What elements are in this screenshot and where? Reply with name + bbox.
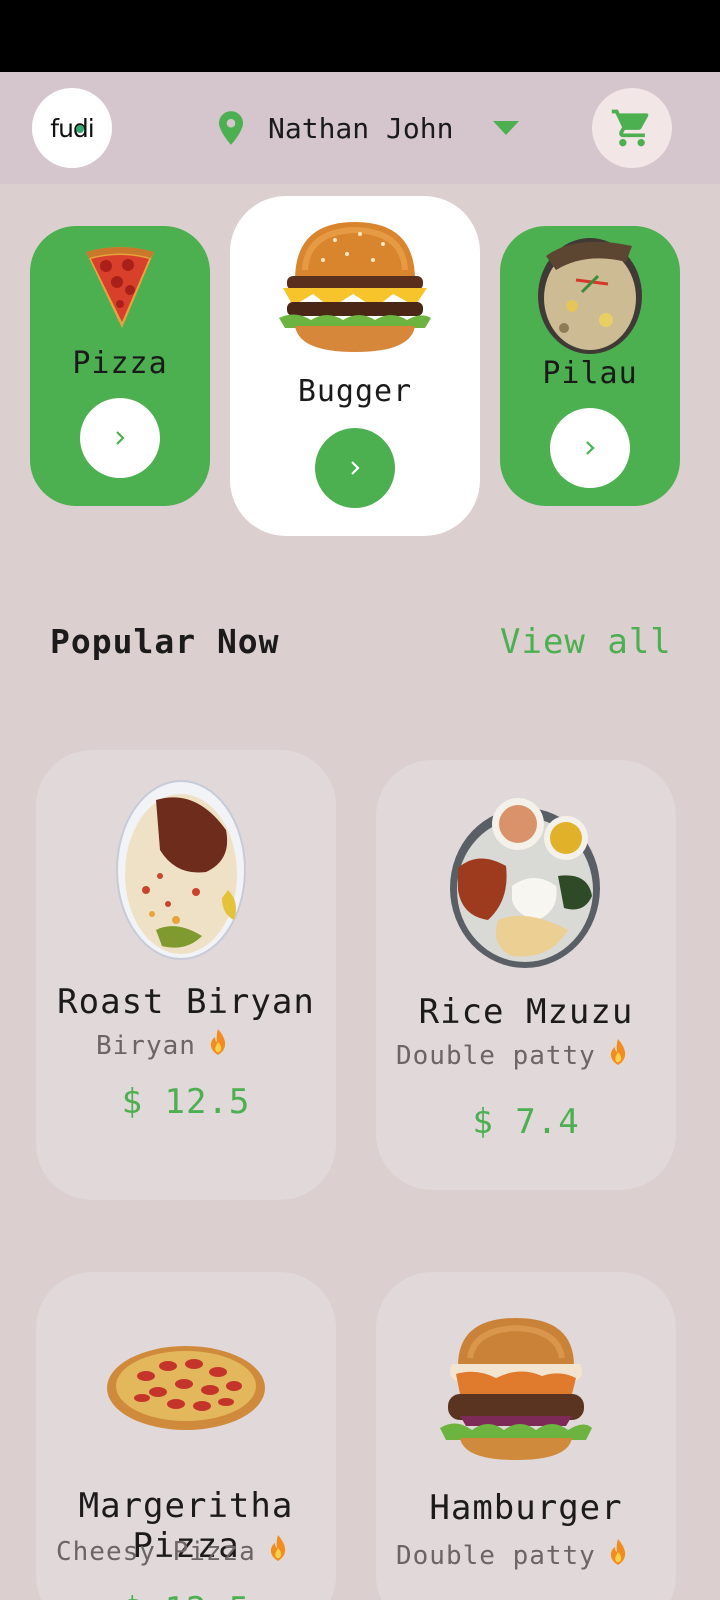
status-bar bbox=[0, 0, 720, 72]
location-selector[interactable]: Nathan John bbox=[216, 108, 520, 148]
burger-image bbox=[279, 222, 431, 352]
category-card-pizza[interactable]: Pizza bbox=[30, 226, 210, 506]
food-subtitle: Double patty bbox=[396, 1041, 596, 1071]
pizza-image bbox=[107, 1346, 265, 1430]
category-label: Pizza bbox=[72, 346, 168, 381]
food-card[interactable]: Rice Mzuzu Double patty $ 7.4 bbox=[376, 760, 676, 1190]
food-name: Roast Biryan bbox=[57, 982, 315, 1022]
food-subtitle-row: Biryan bbox=[96, 1028, 230, 1061]
location-pin-icon bbox=[219, 111, 243, 145]
rice-mzuzu-plate-image bbox=[450, 798, 600, 968]
section-title: Popular Now bbox=[50, 622, 280, 661]
fire-icon bbox=[610, 1039, 625, 1065]
chevron-right-icon bbox=[116, 431, 125, 445]
shopping-cart-icon bbox=[611, 109, 649, 147]
food-card[interactable]: Roast Biryan Biryan $ 12.5 bbox=[36, 750, 336, 1200]
category-label: Bugger bbox=[297, 374, 413, 409]
fire-icon bbox=[270, 1535, 285, 1561]
biryani-plate-image bbox=[116, 780, 246, 960]
app-logo[interactable]: fudi bbox=[32, 88, 112, 168]
cart-button[interactable] bbox=[592, 88, 672, 168]
food-name: Hamburger bbox=[429, 1488, 623, 1528]
chevron-right-icon bbox=[586, 441, 595, 455]
logo-dot bbox=[76, 125, 84, 133]
pilau-plate-image bbox=[538, 238, 642, 354]
fire-icon bbox=[210, 1029, 226, 1055]
category-go-button[interactable] bbox=[315, 428, 395, 508]
food-name: Rice Mzuzu bbox=[418, 992, 634, 1032]
hamburger-image bbox=[440, 1318, 592, 1460]
category-go-button[interactable] bbox=[550, 408, 630, 488]
food-card[interactable]: Hamburger Double patty bbox=[376, 1272, 676, 1600]
food-subtitle: Double patty bbox=[396, 1541, 596, 1571]
category-label: Pilau bbox=[542, 356, 638, 391]
food-card[interactable]: Margeritha Pizza Cheesy Pizza $ 12.5 bbox=[36, 1272, 336, 1600]
food-subtitle-row: Cheesy Pizza bbox=[56, 1534, 290, 1567]
user-name: Nathan John bbox=[268, 111, 454, 145]
food-subtitle-row: Double patty bbox=[396, 1538, 630, 1571]
food-subtitle: Biryan bbox=[96, 1031, 196, 1061]
food-price: $ 12.5 bbox=[121, 1082, 251, 1122]
chevron-right-icon bbox=[351, 461, 360, 475]
food-price: $ 12.5 bbox=[36, 1590, 336, 1600]
food-subtitle-row: Double patty bbox=[396, 1038, 630, 1071]
category-card-pilau[interactable]: Pilau bbox=[500, 226, 680, 506]
caret-down-icon[interactable] bbox=[493, 121, 520, 135]
logo-text: fudi bbox=[50, 113, 94, 143]
pizza-slice-image bbox=[86, 247, 154, 328]
food-price: $ 7.4 bbox=[472, 1102, 580, 1142]
category-go-button[interactable] bbox=[80, 398, 160, 478]
category-card-burger[interactable]: Bugger bbox=[230, 196, 480, 536]
fire-icon bbox=[610, 1539, 625, 1565]
food-subtitle: Cheesy Pizza bbox=[56, 1537, 256, 1567]
view-all-link[interactable]: View all bbox=[500, 622, 672, 662]
